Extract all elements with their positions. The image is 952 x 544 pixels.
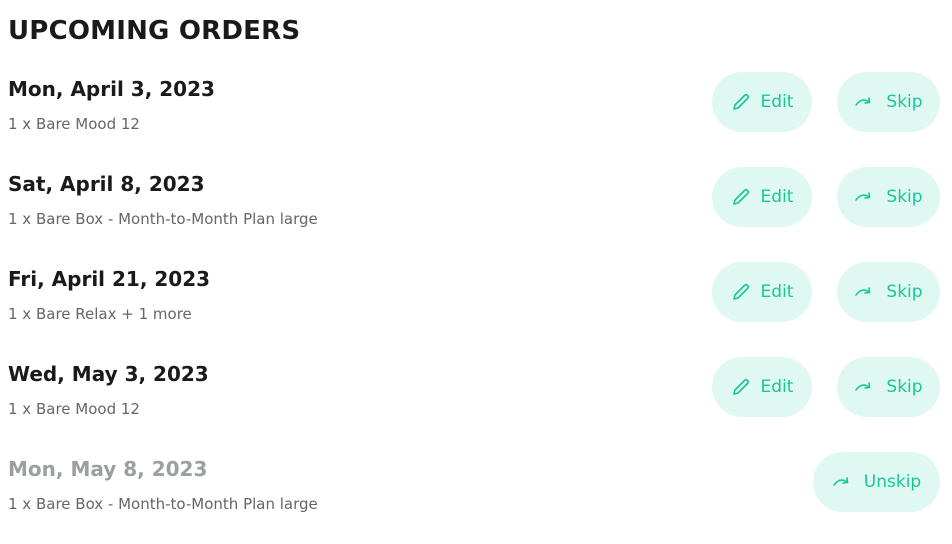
skip-label: Skip (886, 282, 923, 302)
order-row: Wed, May 3, 2023 1 x Bare Mood 12 Edit S… (0, 357, 952, 449)
edit-label: Edit (760, 92, 794, 112)
order-date: Mon, April 3, 2023 (8, 77, 215, 101)
order-items: 1 x Bare Relax + 1 more (8, 305, 192, 323)
order-row: Mon, April 3, 2023 1 x Bare Mood 12 Edit… (0, 72, 952, 164)
order-row-skipped: Mon, May 8, 2023 1 x Bare Box - Month-to… (0, 452, 952, 544)
order-items: 1 x Bare Box - Month-to-Month Plan large (8, 210, 318, 228)
order-row: Fri, April 21, 2023 1 x Bare Relax + 1 m… (0, 262, 952, 354)
edit-button[interactable]: Edit (712, 167, 812, 227)
order-items: 1 x Bare Mood 12 (8, 115, 140, 133)
order-items: 1 x Bare Mood 12 (8, 400, 140, 418)
order-date: Wed, May 3, 2023 (8, 362, 209, 386)
pencil-icon (731, 187, 751, 207)
edit-label: Edit (760, 187, 794, 207)
pencil-icon (731, 377, 751, 397)
skip-label: Skip (886, 187, 923, 207)
skip-button[interactable]: Skip (837, 167, 940, 227)
redo-arrow-icon (854, 380, 876, 394)
redo-arrow-icon (854, 190, 876, 204)
order-date: Mon, May 8, 2023 (8, 457, 208, 481)
pencil-icon (731, 92, 751, 112)
redo-arrow-icon (854, 95, 876, 109)
skip-label: Skip (886, 92, 923, 112)
edit-button[interactable]: Edit (712, 72, 812, 132)
redo-arrow-icon (832, 475, 854, 489)
order-date: Sat, April 8, 2023 (8, 172, 205, 196)
order-row: Sat, April 8, 2023 1 x Bare Box - Month-… (0, 167, 952, 259)
edit-button[interactable]: Edit (712, 357, 812, 417)
order-date: Fri, April 21, 2023 (8, 267, 211, 291)
order-list: Mon, April 3, 2023 1 x Bare Mood 12 Edit… (0, 0, 952, 533)
edit-label: Edit (760, 282, 794, 302)
unskip-label: Unskip (863, 472, 922, 492)
edit-label: Edit (760, 377, 794, 397)
skip-button[interactable]: Skip (837, 262, 940, 322)
skip-button[interactable]: Skip (837, 72, 940, 132)
skip-button[interactable]: Skip (837, 357, 940, 417)
pencil-icon (731, 282, 751, 302)
edit-button[interactable]: Edit (712, 262, 812, 322)
order-items: 1 x Bare Box - Month-to-Month Plan large (8, 495, 318, 513)
redo-arrow-icon (854, 285, 876, 299)
skip-label: Skip (886, 377, 923, 397)
unskip-button[interactable]: Unskip (813, 452, 940, 512)
